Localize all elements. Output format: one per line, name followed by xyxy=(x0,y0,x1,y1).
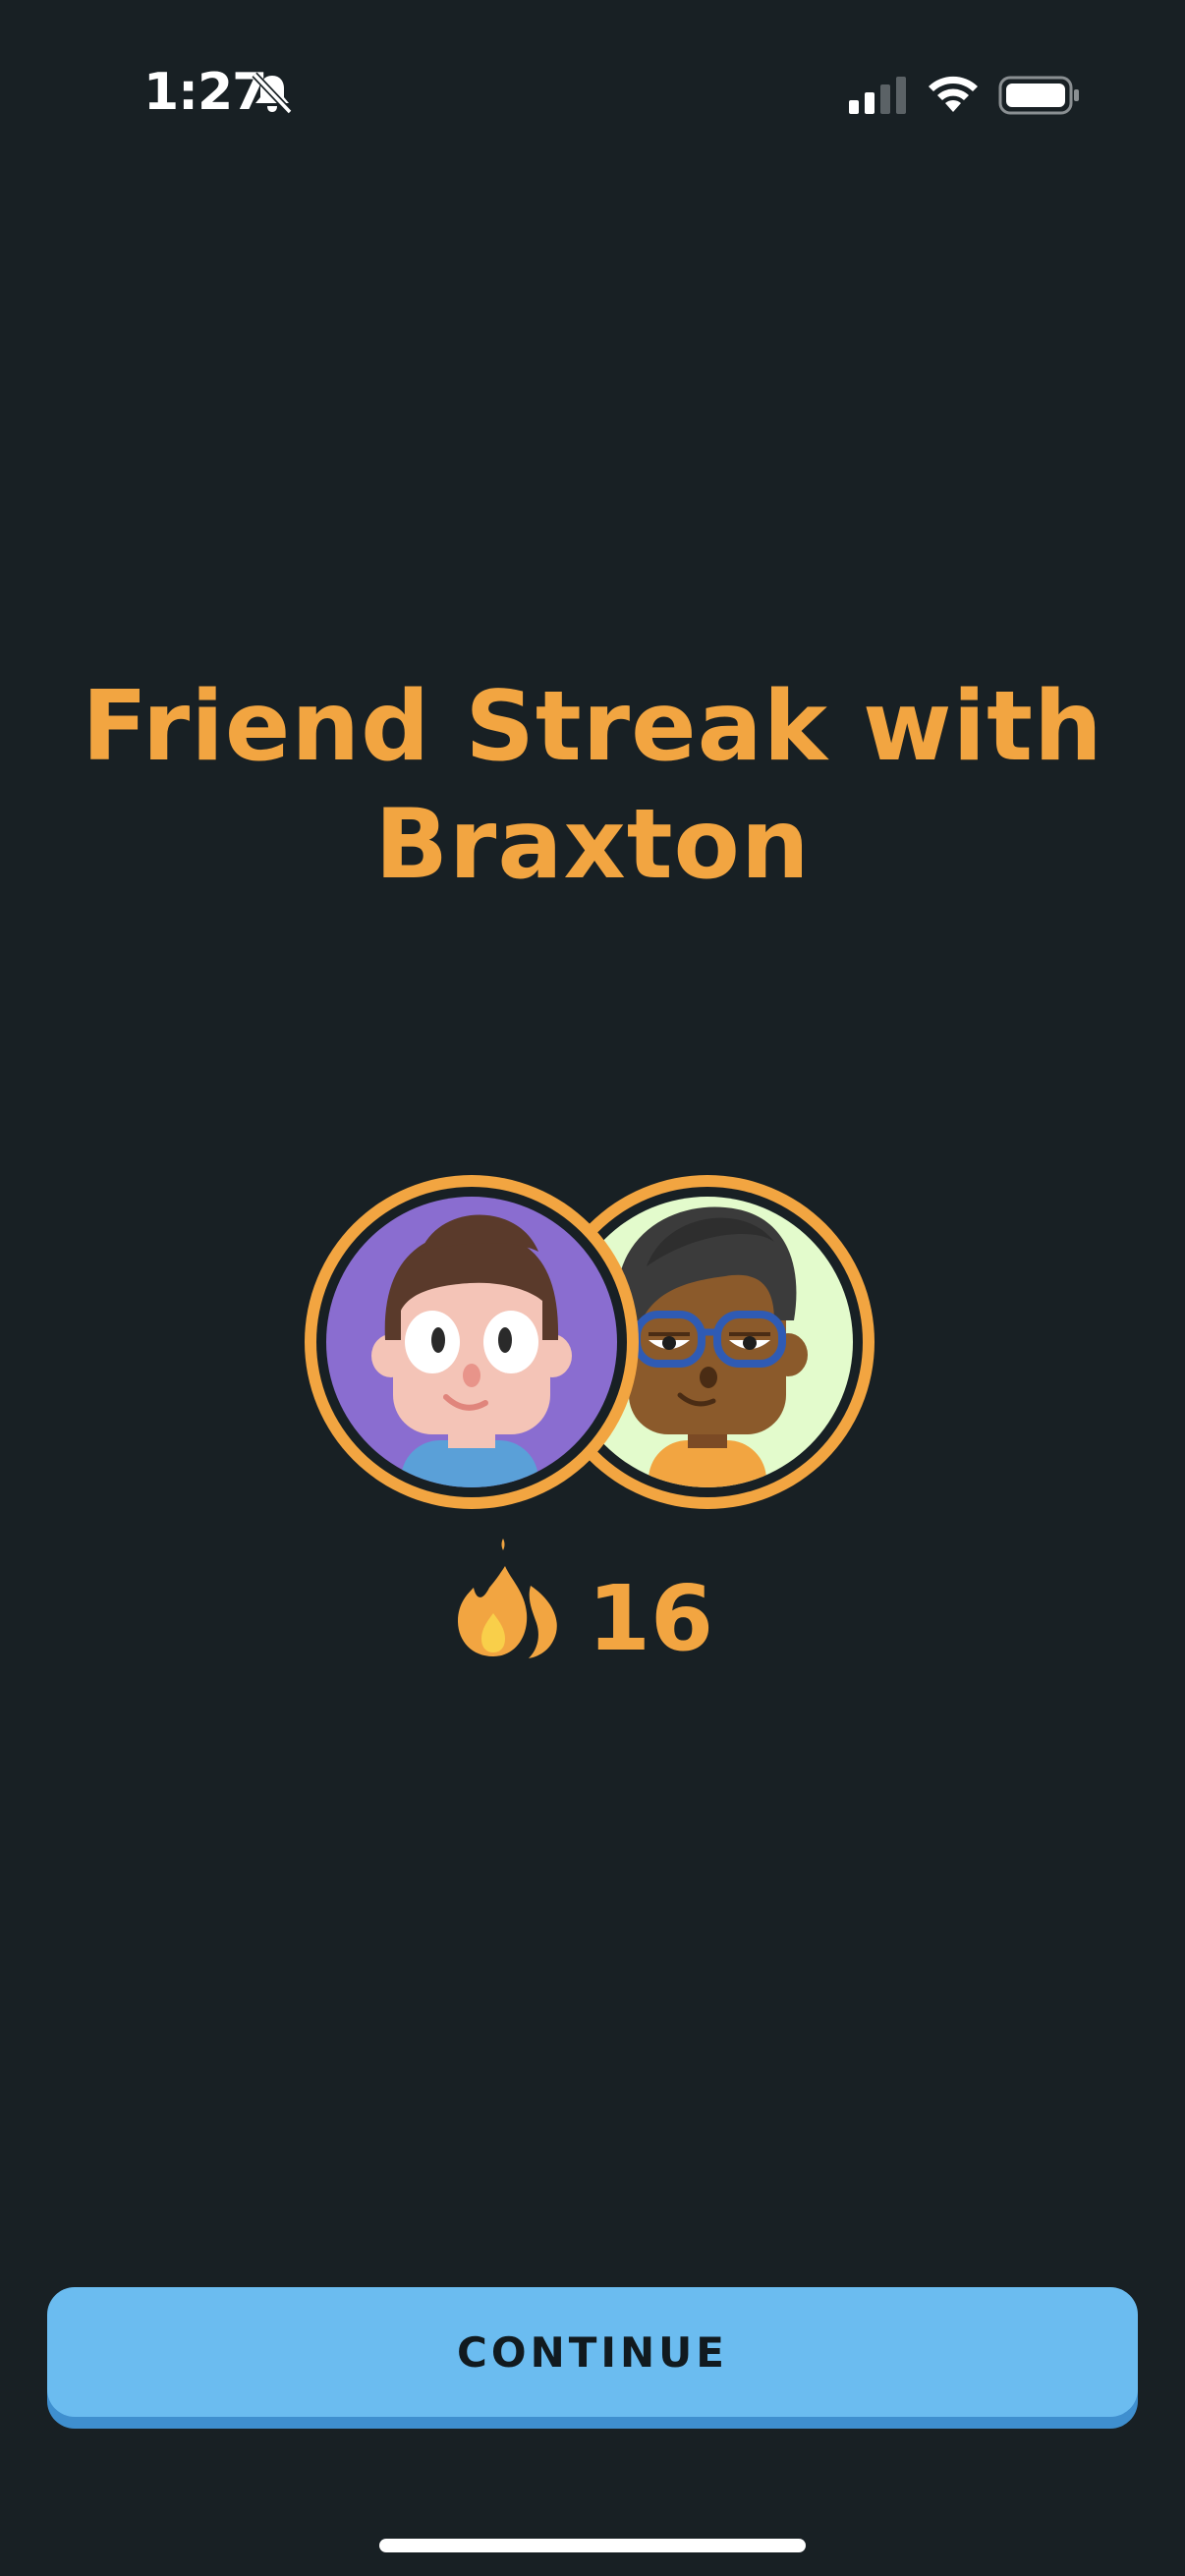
friend-avatars xyxy=(303,1173,876,1511)
page-title: Friend Streak with Braxton xyxy=(0,668,1185,904)
continue-button[interactable]: CONTINUE xyxy=(47,2287,1138,2417)
title-line-1: Friend Streak with xyxy=(82,671,1103,783)
flame-icon xyxy=(458,1539,557,1658)
user-avatar xyxy=(305,1175,639,1509)
status-time: 1:27 xyxy=(143,63,267,122)
wifi-icon xyxy=(929,76,978,112)
battery-icon xyxy=(998,76,1079,115)
bell-slash-icon xyxy=(252,72,293,115)
cellular-signal-icon xyxy=(849,77,906,114)
continue-button-label: CONTINUE xyxy=(457,2327,728,2377)
title-line-2: Braxton xyxy=(374,789,811,901)
home-indicator[interactable] xyxy=(379,2539,806,2552)
streak-counter: 16 xyxy=(0,1533,1185,1690)
streak-count: 16 xyxy=(588,1566,714,1671)
status-bar: 1:27 xyxy=(0,0,1185,196)
